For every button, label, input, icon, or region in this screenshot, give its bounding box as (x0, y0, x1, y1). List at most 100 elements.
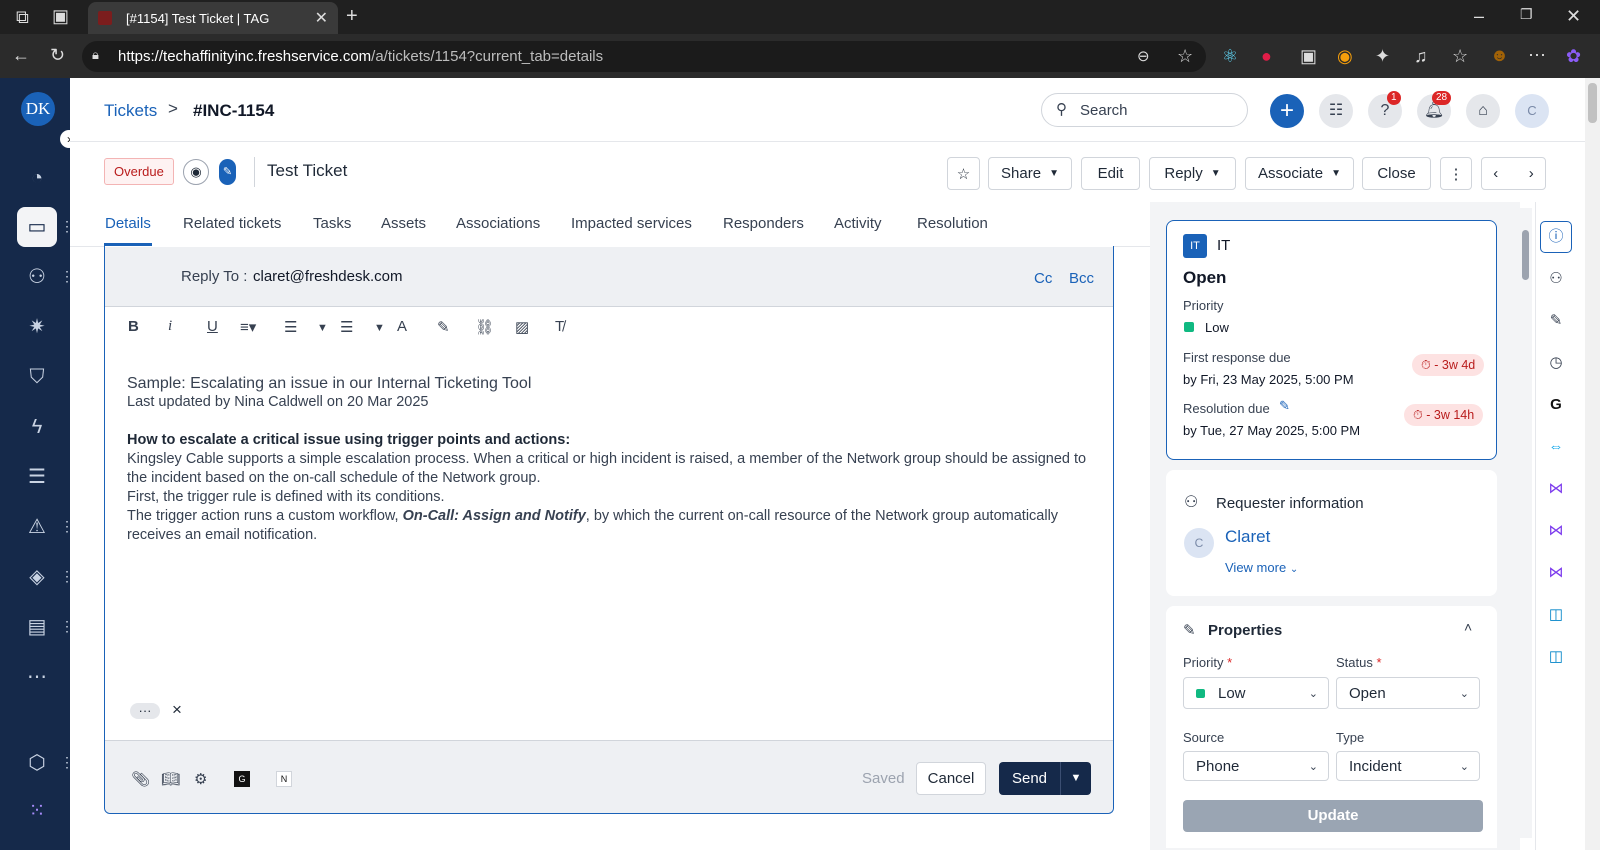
align-icon[interactable]: ≡▾ (240, 318, 256, 336)
agent-avatar[interactable]: DK (21, 92, 55, 126)
send-options-chevron-icon[interactable]: ▼ (1061, 762, 1091, 795)
star-button[interactable]: ☆ (947, 157, 980, 190)
n-app-icon[interactable]: N (276, 771, 292, 787)
reports-icon[interactable]: ▤ (24, 614, 50, 640)
tab-associations[interactable]: Associations (456, 215, 540, 232)
window-close-icon[interactable]: ✕ (1566, 6, 1581, 27)
associate-button[interactable]: Associate ▼ (1245, 157, 1354, 190)
tickets-icon[interactable]: ▭ (24, 214, 50, 240)
collapse-chevron-icon[interactable]: ˄ (1464, 619, 1472, 635)
more-content-icon[interactable]: ··· (130, 703, 160, 719)
edit-pencil-icon[interactable]: ✎ (219, 159, 236, 185)
people-icon[interactable]: ⚇ (24, 264, 50, 290)
store-icon[interactable]: ⌂ (1466, 94, 1500, 128)
dashboard-icon[interactable]: ◔ (24, 165, 50, 191)
canned-response-icon[interactable]: ⚙ (194, 770, 207, 788)
refresh-icon[interactable]: ↻ (50, 45, 65, 66)
bcc-link[interactable]: Bcc (1069, 270, 1094, 287)
reply-to-email[interactable]: claret@freshdesk.com (253, 268, 402, 285)
clock-icon[interactable]: ◷ (1545, 352, 1567, 374)
lightning-icon[interactable]: ϟ (24, 414, 50, 440)
layers-icon[interactable]: ◈ (24, 564, 50, 590)
close-ticket-button[interactable]: Close (1362, 157, 1431, 190)
tab-related-tickets[interactable]: Related tickets (183, 215, 281, 232)
tab-assets[interactable]: Assets (381, 215, 426, 232)
notes-icon[interactable]: ✎ (1545, 310, 1567, 332)
share-button[interactable]: Share ▼ (988, 157, 1072, 190)
tab-details[interactable]: Details (105, 215, 151, 232)
minimize-icon[interactable]: – (1474, 6, 1484, 27)
status-select[interactable]: Open ⌄ (1336, 677, 1480, 709)
type-select[interactable]: Incident ⌄ (1336, 751, 1480, 781)
attachment-icon[interactable]: 📎︎ (131, 770, 150, 788)
maximize-icon[interactable]: ❐ (1520, 6, 1533, 23)
g-integration-icon[interactable]: G (1545, 394, 1567, 416)
edit-pencil-icon[interactable]: ✎ (1279, 398, 1290, 414)
screenshot-ext-icon[interactable]: ▣ (1300, 46, 1317, 67)
underline-icon[interactable]: U (207, 318, 218, 335)
update-button[interactable]: Update (1183, 800, 1483, 832)
knowledge-base-icon[interactable]: 📖︎ (161, 770, 180, 788)
teamviewer-icon[interactable]: ⇔ (1545, 436, 1567, 458)
new-button[interactable]: + (1270, 94, 1304, 128)
tab-activity[interactable]: Activity (834, 215, 882, 232)
media-icon[interactable]: ♫ (1414, 46, 1428, 67)
azure-devops-icon[interactable]: ◫ (1545, 604, 1567, 626)
chevron-down-icon[interactable]: ▼ (374, 322, 385, 334)
back-icon[interactable]: ← (12, 45, 30, 66)
g-app-icon[interactable]: G (234, 771, 250, 787)
workspaces-icon[interactable]: ⧉ (16, 7, 29, 28)
search-input[interactable]: ⚲ Search (1041, 93, 1248, 127)
visual-studio-icon-3[interactable]: ⋈ (1545, 562, 1567, 584)
tab-impacted-services[interactable]: Impacted services (571, 215, 692, 232)
tab-responders[interactable]: Responders (723, 215, 804, 232)
react-ext-icon[interactable]: ⚛ (1222, 46, 1238, 67)
highlight-icon[interactable]: ✎ (437, 318, 450, 336)
more-apps-icon[interactable]: ⋯ (24, 664, 50, 690)
tab-tasks[interactable]: Tasks (313, 215, 351, 232)
bold-icon[interactable]: B (128, 318, 139, 335)
warning-icon[interactable]: ⚠ (24, 514, 50, 540)
browser-tab[interactable]: [#1154] Test Ticket | TAG ✕ (88, 2, 338, 34)
edit-button[interactable]: Edit (1081, 157, 1140, 190)
new-tab-icon[interactable]: + (346, 5, 358, 28)
watch-eye-icon[interactable]: ◉ (183, 159, 209, 185)
user-avatar[interactable]: C (1515, 94, 1549, 128)
reader-icon[interactable]: ⊖ (1137, 47, 1150, 65)
cube-icon[interactable]: ⬡ (24, 750, 50, 776)
chevron-left-icon[interactable]: ‹ (1493, 165, 1498, 182)
extensions-icon[interactable]: ✦ (1375, 46, 1390, 67)
info-icon[interactable]: ⓘ (1545, 226, 1567, 248)
url-field[interactable]: 🔒︎ https://techaffinityinc.freshservice.… (82, 41, 1206, 72)
page-scroll-thumb[interactable] (1588, 83, 1597, 123)
ordered-list-icon[interactable]: ☰ (284, 318, 297, 336)
reply-body[interactable]: Sample: Escalating an issue in our Inter… (127, 374, 1097, 545)
chevron-down-icon[interactable]: ▼ (317, 322, 328, 334)
sidebar-scroll-thumb[interactable] (1522, 230, 1529, 280)
tasks-list-icon[interactable]: ☰ (24, 464, 50, 490)
priority-select[interactable]: Low ⌄ (1183, 677, 1329, 709)
visual-studio-icon[interactable]: ⋈ (1545, 478, 1567, 500)
breadcrumb-tickets[interactable]: Tickets (104, 101, 157, 121)
requester-icon[interactable]: ⚇ (1545, 268, 1567, 290)
link-icon[interactable]: ⛓ (475, 318, 494, 336)
visual-studio-icon-2[interactable]: ⋈ (1545, 520, 1567, 542)
send-label[interactable]: Send (999, 762, 1061, 795)
page-scrollbar[interactable] (1585, 78, 1600, 850)
ext-orange-icon[interactable]: ◉ (1337, 46, 1353, 67)
shield-icon[interactable]: ⛉ (24, 364, 50, 390)
italic-icon[interactable]: i (168, 318, 172, 335)
profile-avatar-icon[interactable]: ☻ (1490, 45, 1509, 66)
favorites-icon[interactable]: ☆ (1452, 46, 1468, 67)
bullet-list-icon[interactable]: ☰ (340, 318, 353, 336)
view-more-link[interactable]: View more ⌄ (1225, 560, 1298, 575)
favorite-star-icon[interactable]: ☆ (1177, 46, 1193, 67)
app-grid-icon[interactable]: ⁙ (24, 798, 50, 824)
bug-icon[interactable]: ✷ (24, 314, 50, 340)
close-tab-icon[interactable]: ✕ (315, 8, 328, 28)
chevron-right-icon[interactable]: › (1529, 165, 1534, 182)
tab-resolution[interactable]: Resolution (917, 215, 988, 232)
copilot-icon[interactable]: ✿ (1566, 46, 1581, 67)
ext-red-icon[interactable]: ● (1261, 46, 1272, 67)
reply-button[interactable]: Reply ▼ (1149, 157, 1236, 190)
